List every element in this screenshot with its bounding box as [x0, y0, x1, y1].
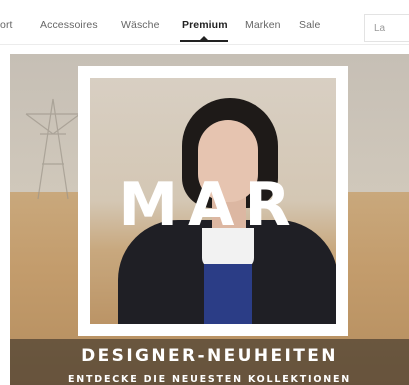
nav-item-waesche[interactable]: Wäsche	[121, 19, 160, 31]
nav-item-sport[interactable]: ort	[0, 19, 13, 31]
nav-divider	[0, 44, 409, 45]
top-navigation: ort Accessoires Wäsche Premium Marken Sa…	[0, 0, 409, 50]
hero-subline[interactable]: ENTDECKE DIE NEUESTEN KOLLEKTIONEN	[10, 374, 409, 385]
nav-item-premium[interactable]: Premium	[182, 19, 228, 31]
side-panel-tab[interactable]: La	[364, 14, 409, 42]
nav-item-sale[interactable]: Sale	[299, 19, 320, 31]
nav-item-accessoires[interactable]: Accessoires	[40, 19, 98, 31]
hero-brand-word: MAR	[118, 170, 301, 240]
side-panel-label: La	[374, 23, 386, 34]
nav-item-marken[interactable]: Marken	[245, 19, 281, 31]
category-tabs: ort Accessoires Wäsche Premium Marken Sa…	[0, 0, 388, 44]
hero-headline[interactable]: DESIGNER-NEUHEITEN	[10, 346, 409, 366]
active-tab-underline	[180, 40, 228, 42]
hero-banner[interactable]: MAR DESIGNER-NEUHEITEN ENTDECKE DIE NEUE…	[10, 54, 409, 385]
